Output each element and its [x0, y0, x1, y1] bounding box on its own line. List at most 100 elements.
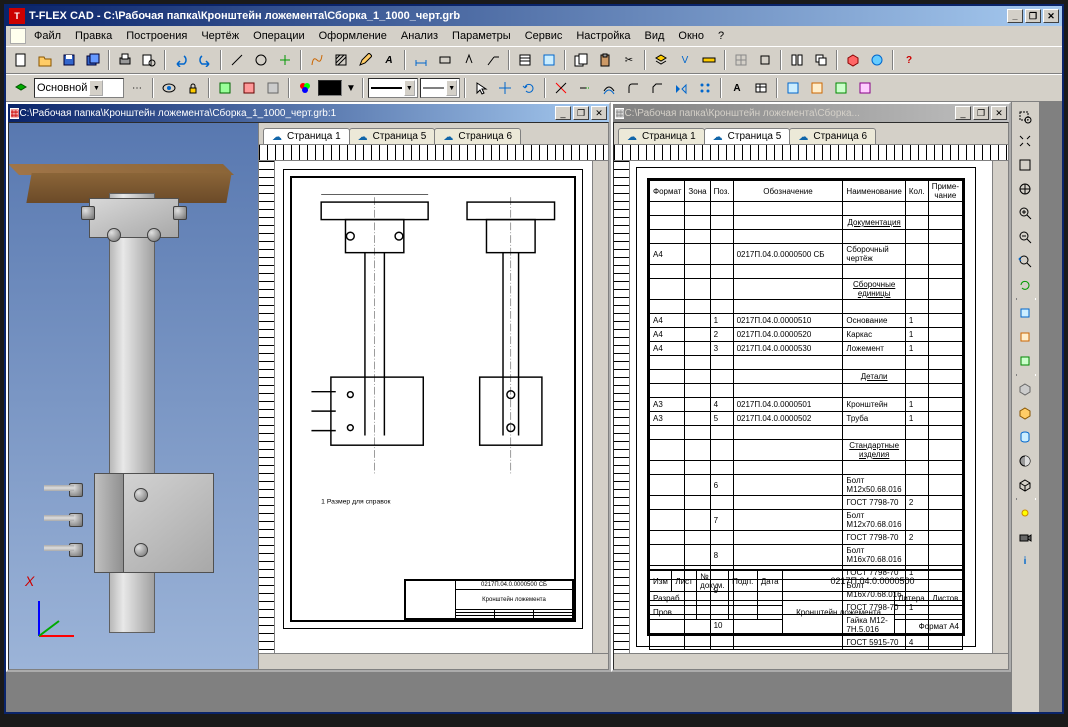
grid-button[interactable]	[730, 49, 752, 71]
box-tool[interactable]	[1014, 402, 1036, 424]
doc-maximize[interactable]: ❐	[973, 106, 989, 120]
level-btn[interactable]	[214, 77, 236, 99]
table-tool[interactable]	[750, 77, 772, 99]
wire-tool[interactable]	[1014, 474, 1036, 496]
layer-opts[interactable]: ⋯	[126, 77, 148, 99]
text-tool[interactable]: A	[378, 49, 400, 71]
array-tool[interactable]	[694, 77, 716, 99]
light-tool[interactable]	[1014, 502, 1036, 524]
drawing-canvas-right[interactable]: Формат Зона Поз. Обозначение Наименовани…	[630, 161, 992, 653]
level-btn2[interactable]	[238, 77, 260, 99]
trim-tool[interactable]	[550, 77, 572, 99]
edit-tool[interactable]	[354, 49, 376, 71]
cut-tool[interactable]: ✂	[618, 49, 640, 71]
rough-tool[interactable]	[458, 49, 480, 71]
menu-format[interactable]: Оформление	[313, 29, 393, 43]
refresh-icon[interactable]	[1014, 274, 1036, 296]
close-button[interactable]: ✕	[1043, 9, 1059, 23]
save-button[interactable]	[58, 49, 80, 71]
layers-button[interactable]	[650, 49, 672, 71]
tab-page6[interactable]: ☁Страница 6	[434, 128, 521, 144]
paste-tool[interactable]	[594, 49, 616, 71]
cascade-button[interactable]	[810, 49, 832, 71]
line-tool[interactable]	[226, 49, 248, 71]
3d-button[interactable]	[842, 49, 864, 71]
doc-close[interactable]: ✕	[591, 106, 607, 120]
zoom-window[interactable]	[1014, 106, 1036, 128]
color-icon[interactable]	[294, 77, 316, 99]
leader-tool[interactable]	[482, 49, 504, 71]
zoom-extents[interactable]	[1014, 130, 1036, 152]
menu-operations[interactable]: Операции	[247, 29, 310, 43]
chamfer-tool[interactable]	[646, 77, 668, 99]
view3-tool[interactable]	[830, 77, 852, 99]
level-btn3[interactable]	[262, 77, 284, 99]
menu-drawing[interactable]: Чертёж	[195, 29, 245, 43]
shade-tool[interactable]	[1014, 450, 1036, 472]
visible-icon[interactable]	[158, 77, 180, 99]
offset-tool[interactable]	[598, 77, 620, 99]
zoom-fit[interactable]	[1014, 154, 1036, 176]
vars-button[interactable]: V	[674, 49, 696, 71]
view-c[interactable]	[1014, 350, 1036, 372]
view1-tool[interactable]	[782, 77, 804, 99]
scrollbar-v[interactable]	[592, 161, 608, 653]
layer-combo[interactable]: Основной▼	[34, 78, 124, 98]
point-tool[interactable]	[274, 49, 296, 71]
info-tool[interactable]: i	[1014, 550, 1036, 572]
zoom-out[interactable]	[1014, 226, 1036, 248]
tab-page6-r[interactable]: ☁Страница 6	[789, 128, 876, 144]
linetype-combo[interactable]: ▼	[368, 78, 418, 98]
measure-button[interactable]	[698, 49, 720, 71]
pan-tool[interactable]	[1014, 178, 1036, 200]
menu-view[interactable]: Вид	[639, 29, 671, 43]
fillet-tool[interactable]	[622, 77, 644, 99]
menu-edit[interactable]: Правка	[69, 29, 118, 43]
scrollbar-v[interactable]	[992, 161, 1008, 653]
doc-minimize[interactable]: _	[555, 106, 571, 120]
zoom-in[interactable]	[1014, 202, 1036, 224]
maximize-button[interactable]: ❐	[1025, 9, 1041, 23]
camera-tool[interactable]	[1014, 526, 1036, 548]
color-swatch[interactable]	[318, 80, 342, 96]
view2-tool[interactable]	[806, 77, 828, 99]
text2-tool[interactable]: A	[726, 77, 748, 99]
tab-page1-r[interactable]: ☁Страница 1	[618, 128, 705, 144]
frag-tool[interactable]	[538, 49, 560, 71]
tile-button[interactable]	[786, 49, 808, 71]
doc-maximize[interactable]: ❐	[573, 106, 589, 120]
preview-button[interactable]	[138, 49, 160, 71]
dim-tool[interactable]	[410, 49, 432, 71]
layer-icon[interactable]	[10, 77, 32, 99]
print-button[interactable]	[114, 49, 136, 71]
select-tool[interactable]	[470, 77, 492, 99]
tab-page1[interactable]: ☁Страница 1	[263, 128, 350, 144]
lineweight-combo[interactable]: ▼	[420, 78, 460, 98]
cyl-tool[interactable]	[1014, 426, 1036, 448]
color-dd[interactable]: ▼	[344, 77, 358, 99]
menu-construct[interactable]: Построения	[120, 29, 193, 43]
tab-page5-r[interactable]: ☁Страница 5	[704, 128, 791, 144]
render-button[interactable]	[866, 49, 888, 71]
tol-tool[interactable]	[434, 49, 456, 71]
menu-service[interactable]: Сервис	[519, 29, 569, 43]
tab-page5[interactable]: ☁Страница 5	[349, 128, 436, 144]
menu-file[interactable]: Файл	[28, 29, 67, 43]
undo-button[interactable]	[170, 49, 192, 71]
minimize-button[interactable]: _	[1007, 9, 1023, 23]
snap-button[interactable]	[754, 49, 776, 71]
menu-parameters[interactable]: Параметры	[446, 29, 517, 43]
extend-tool[interactable]	[574, 77, 596, 99]
circle-tool[interactable]	[250, 49, 272, 71]
view4-tool[interactable]	[854, 77, 876, 99]
viewport-3d[interactable]: X	[9, 123, 259, 669]
saveall-button[interactable]	[82, 49, 104, 71]
lock-icon[interactable]	[182, 77, 204, 99]
drawing-canvas-left[interactable]: 1 Размер для справок 0217П.04.0.0000500 …	[275, 161, 592, 653]
move-tool[interactable]	[494, 77, 516, 99]
scene-tool[interactable]	[1014, 378, 1036, 400]
scrollbar-h[interactable]	[259, 653, 608, 669]
mirror-tool[interactable]	[670, 77, 692, 99]
zoom-prev[interactable]	[1014, 250, 1036, 272]
bom-tool[interactable]	[514, 49, 536, 71]
